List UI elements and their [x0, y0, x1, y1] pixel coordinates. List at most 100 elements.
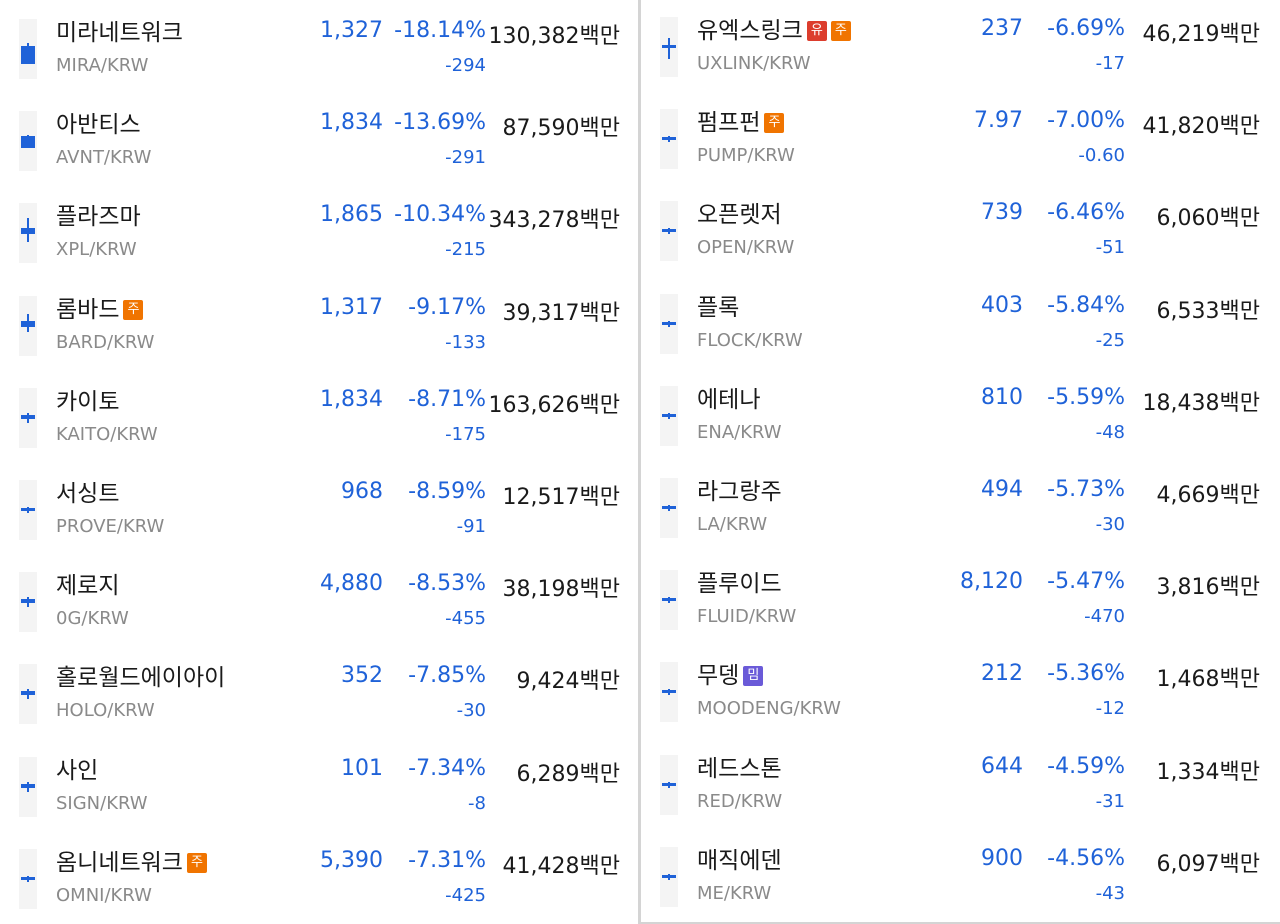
coin-change-percent: -9.17% — [408, 295, 486, 320]
candle-wick — [668, 38, 670, 59]
mini-candle-icon — [19, 19, 37, 79]
coin-name-text: 무뎅 — [697, 663, 740, 689]
coin-name: 카이토 — [56, 387, 119, 417]
coin-price: 739 — [981, 200, 1023, 225]
coin-row[interactable]: 에테나 ENA/KRW 810 -5.59% -48 18,438백만 — [641, 371, 1280, 461]
coin-price: 494 — [981, 477, 1023, 502]
candle-body — [21, 228, 35, 235]
coin-name-text: 롬바드 — [56, 297, 120, 323]
mini-candle-icon — [19, 388, 37, 448]
coin-row[interactable]: 사인 SIGN/KRW 101 -7.34% -8 6,289백만 — [0, 742, 638, 832]
coin-row[interactable]: 서싱트 PROVE/KRW 968 -8.59% -91 12,517백만 — [0, 465, 638, 555]
coin-row[interactable]: 플루이드 FLUID/KRW 8,120 -5.47% -470 3,816백만 — [641, 555, 1280, 645]
coin-trade-volume: 6,060백만 — [1156, 206, 1260, 231]
coin-change-amount: -0.60 — [1078, 145, 1125, 166]
coin-change-amount: -294 — [445, 55, 486, 76]
coin-trade-volume: 38,198백만 — [502, 577, 620, 602]
coin-pair: XPL/KRW — [56, 239, 137, 260]
coin-name-text: 플라즈마 — [56, 204, 141, 230]
coin-trade-volume: 12,517백만 — [502, 485, 620, 510]
coin-row[interactable]: 플라즈마 XPL/KRW 1,865 -10.34% -215 343,278백만 — [0, 188, 638, 278]
coin-change-amount: -425 — [445, 885, 486, 906]
coin-pair: HOLO/KRW — [56, 700, 155, 721]
badge-caution: 주 — [764, 113, 785, 133]
coin-row[interactable]: 카이토 KAITO/KRW 1,834 -8.71% -175 163,626백만 — [0, 373, 638, 463]
coin-price: 1,834 — [320, 387, 383, 412]
coin-row[interactable]: 제로지 0G/KRW 4,880 -8.53% -455 38,198백만 — [0, 557, 638, 647]
coin-name-text: 홀로월드에이아이 — [56, 665, 226, 691]
coin-row[interactable]: 아반티스 AVNT/KRW 1,834 -13.69% -291 87,590백만 — [0, 96, 638, 186]
coin-price: 403 — [981, 293, 1023, 318]
badge-meme: 밈 — [743, 666, 764, 686]
coin-name: 제로지 — [56, 571, 119, 601]
candle-body — [662, 689, 676, 694]
coin-row[interactable]: 유엑스링크 유 주 UXLINK/KRW 237 -6.69% -17 46,219백만 — [641, 2, 1280, 92]
mini-candle-icon — [660, 662, 678, 722]
coin-row[interactable]: 오픈렛저 OPEN/KRW 739 -6.46% -51 6,060백만 — [641, 186, 1280, 276]
coin-change-percent: -7.34% — [408, 756, 486, 781]
mini-candle-icon — [19, 203, 37, 263]
coin-row[interactable]: 롬바드 주 BARD/KRW 1,317 -9.17% -133 39,317백만 — [0, 281, 638, 371]
coin-name-text: 플록 — [697, 295, 740, 321]
coin-trade-volume: 163,626백만 — [488, 393, 620, 418]
coin-change-amount: -12 — [1095, 698, 1125, 719]
coin-change-percent: -7.00% — [1047, 108, 1125, 133]
coin-row[interactable]: 라그랑주 LA/KRW 494 -5.73% -30 4,669백만 — [641, 463, 1280, 553]
coin-change-percent: -6.69% — [1047, 16, 1125, 41]
coin-change-amount: -17 — [1095, 53, 1125, 74]
coin-name-text: 서싱트 — [56, 481, 120, 507]
coin-price: 1,865 — [320, 202, 383, 227]
coin-change-percent: -13.69% — [394, 110, 486, 135]
coin-change-amount: -30 — [456, 700, 486, 721]
coin-trade-volume: 41,428백만 — [502, 854, 620, 879]
coin-change-percent: -4.56% — [1047, 846, 1125, 871]
coin-change-amount: -291 — [445, 147, 486, 168]
coin-pair: MOODENG/KRW — [697, 698, 841, 719]
coin-change-percent: -6.46% — [1047, 200, 1125, 225]
coin-pair: ENA/KRW — [697, 422, 782, 443]
coin-name-text: 미라네트워크 — [56, 20, 183, 46]
coin-pair: 0G/KRW — [56, 608, 129, 629]
coin-name: 매직에덴 — [697, 846, 782, 876]
coin-trade-volume: 46,219백만 — [1142, 22, 1260, 47]
coin-price: 900 — [981, 846, 1023, 871]
candle-body — [21, 46, 35, 64]
candle-body — [21, 599, 35, 604]
coin-change-percent: -4.59% — [1047, 754, 1125, 779]
candle-body — [21, 321, 35, 328]
coin-name: 미라네트워크 — [56, 18, 183, 48]
coin-row[interactable]: 미라네트워크 MIRA/KRW 1,327 -18.14% -294 130,382백만 — [0, 4, 638, 94]
mini-candle-icon — [19, 296, 37, 356]
coin-row[interactable]: 레드스톤 RED/KRW 644 -4.59% -31 1,334백만 — [641, 740, 1280, 830]
coin-name: 플루이드 — [697, 569, 782, 599]
mini-candle-icon — [660, 755, 678, 815]
coin-price: 212 — [981, 661, 1023, 686]
coin-name: 레드스톤 — [697, 754, 782, 784]
coin-price: 5,390 — [320, 848, 383, 873]
coin-trade-volume: 87,590백만 — [502, 116, 620, 141]
mini-candle-icon — [19, 572, 37, 632]
coin-pair: RED/KRW — [697, 791, 783, 812]
coin-row[interactable]: 매직에덴 ME/KRW 900 -4.56% -43 6,097백만 — [641, 832, 1280, 922]
coin-price: 1,834 — [320, 110, 383, 135]
candle-body — [662, 228, 676, 233]
coin-pair: ME/KRW — [697, 883, 772, 904]
coin-change-amount: -30 — [1095, 514, 1125, 535]
coin-price: 1,327 — [320, 18, 383, 43]
coin-pair: PUMP/KRW — [697, 145, 795, 166]
coin-list-right: 유엑스링크 유 주 UXLINK/KRW 237 -6.69% -17 46,219백만 펌프펀… — [641, 0, 1280, 922]
coin-change-percent: -5.36% — [1047, 661, 1125, 686]
coin-name: 유엑스링크 유 주 — [697, 16, 851, 46]
candle-body — [21, 507, 35, 512]
coin-row[interactable]: 옴니네트워크 주 OMNI/KRW 5,390 -7.31% -425 41,428백만 — [0, 834, 638, 924]
coin-name-text: 옴니네트워크 — [56, 850, 183, 876]
coin-row[interactable]: 무뎅 밈 MOODENG/KRW 212 -5.36% -12 1,468백만 — [641, 647, 1280, 737]
coin-trade-volume: 3,816백만 — [1156, 575, 1260, 600]
coin-change-percent: -5.73% — [1047, 477, 1125, 502]
coin-price: 237 — [981, 16, 1023, 41]
coin-row[interactable]: 홀로월드에이아이 HOLO/KRW 352 -7.85% -30 9,424백만 — [0, 649, 638, 739]
coin-row[interactable]: 플록 FLOCK/KRW 403 -5.84% -25 6,533백만 — [641, 279, 1280, 369]
coin-name: 플라즈마 — [56, 202, 141, 232]
coin-change-percent: -8.71% — [408, 387, 486, 412]
coin-row[interactable]: 펌프펀 주 PUMP/KRW 7.97 -7.00% -0.60 41,820백만 — [641, 94, 1280, 184]
